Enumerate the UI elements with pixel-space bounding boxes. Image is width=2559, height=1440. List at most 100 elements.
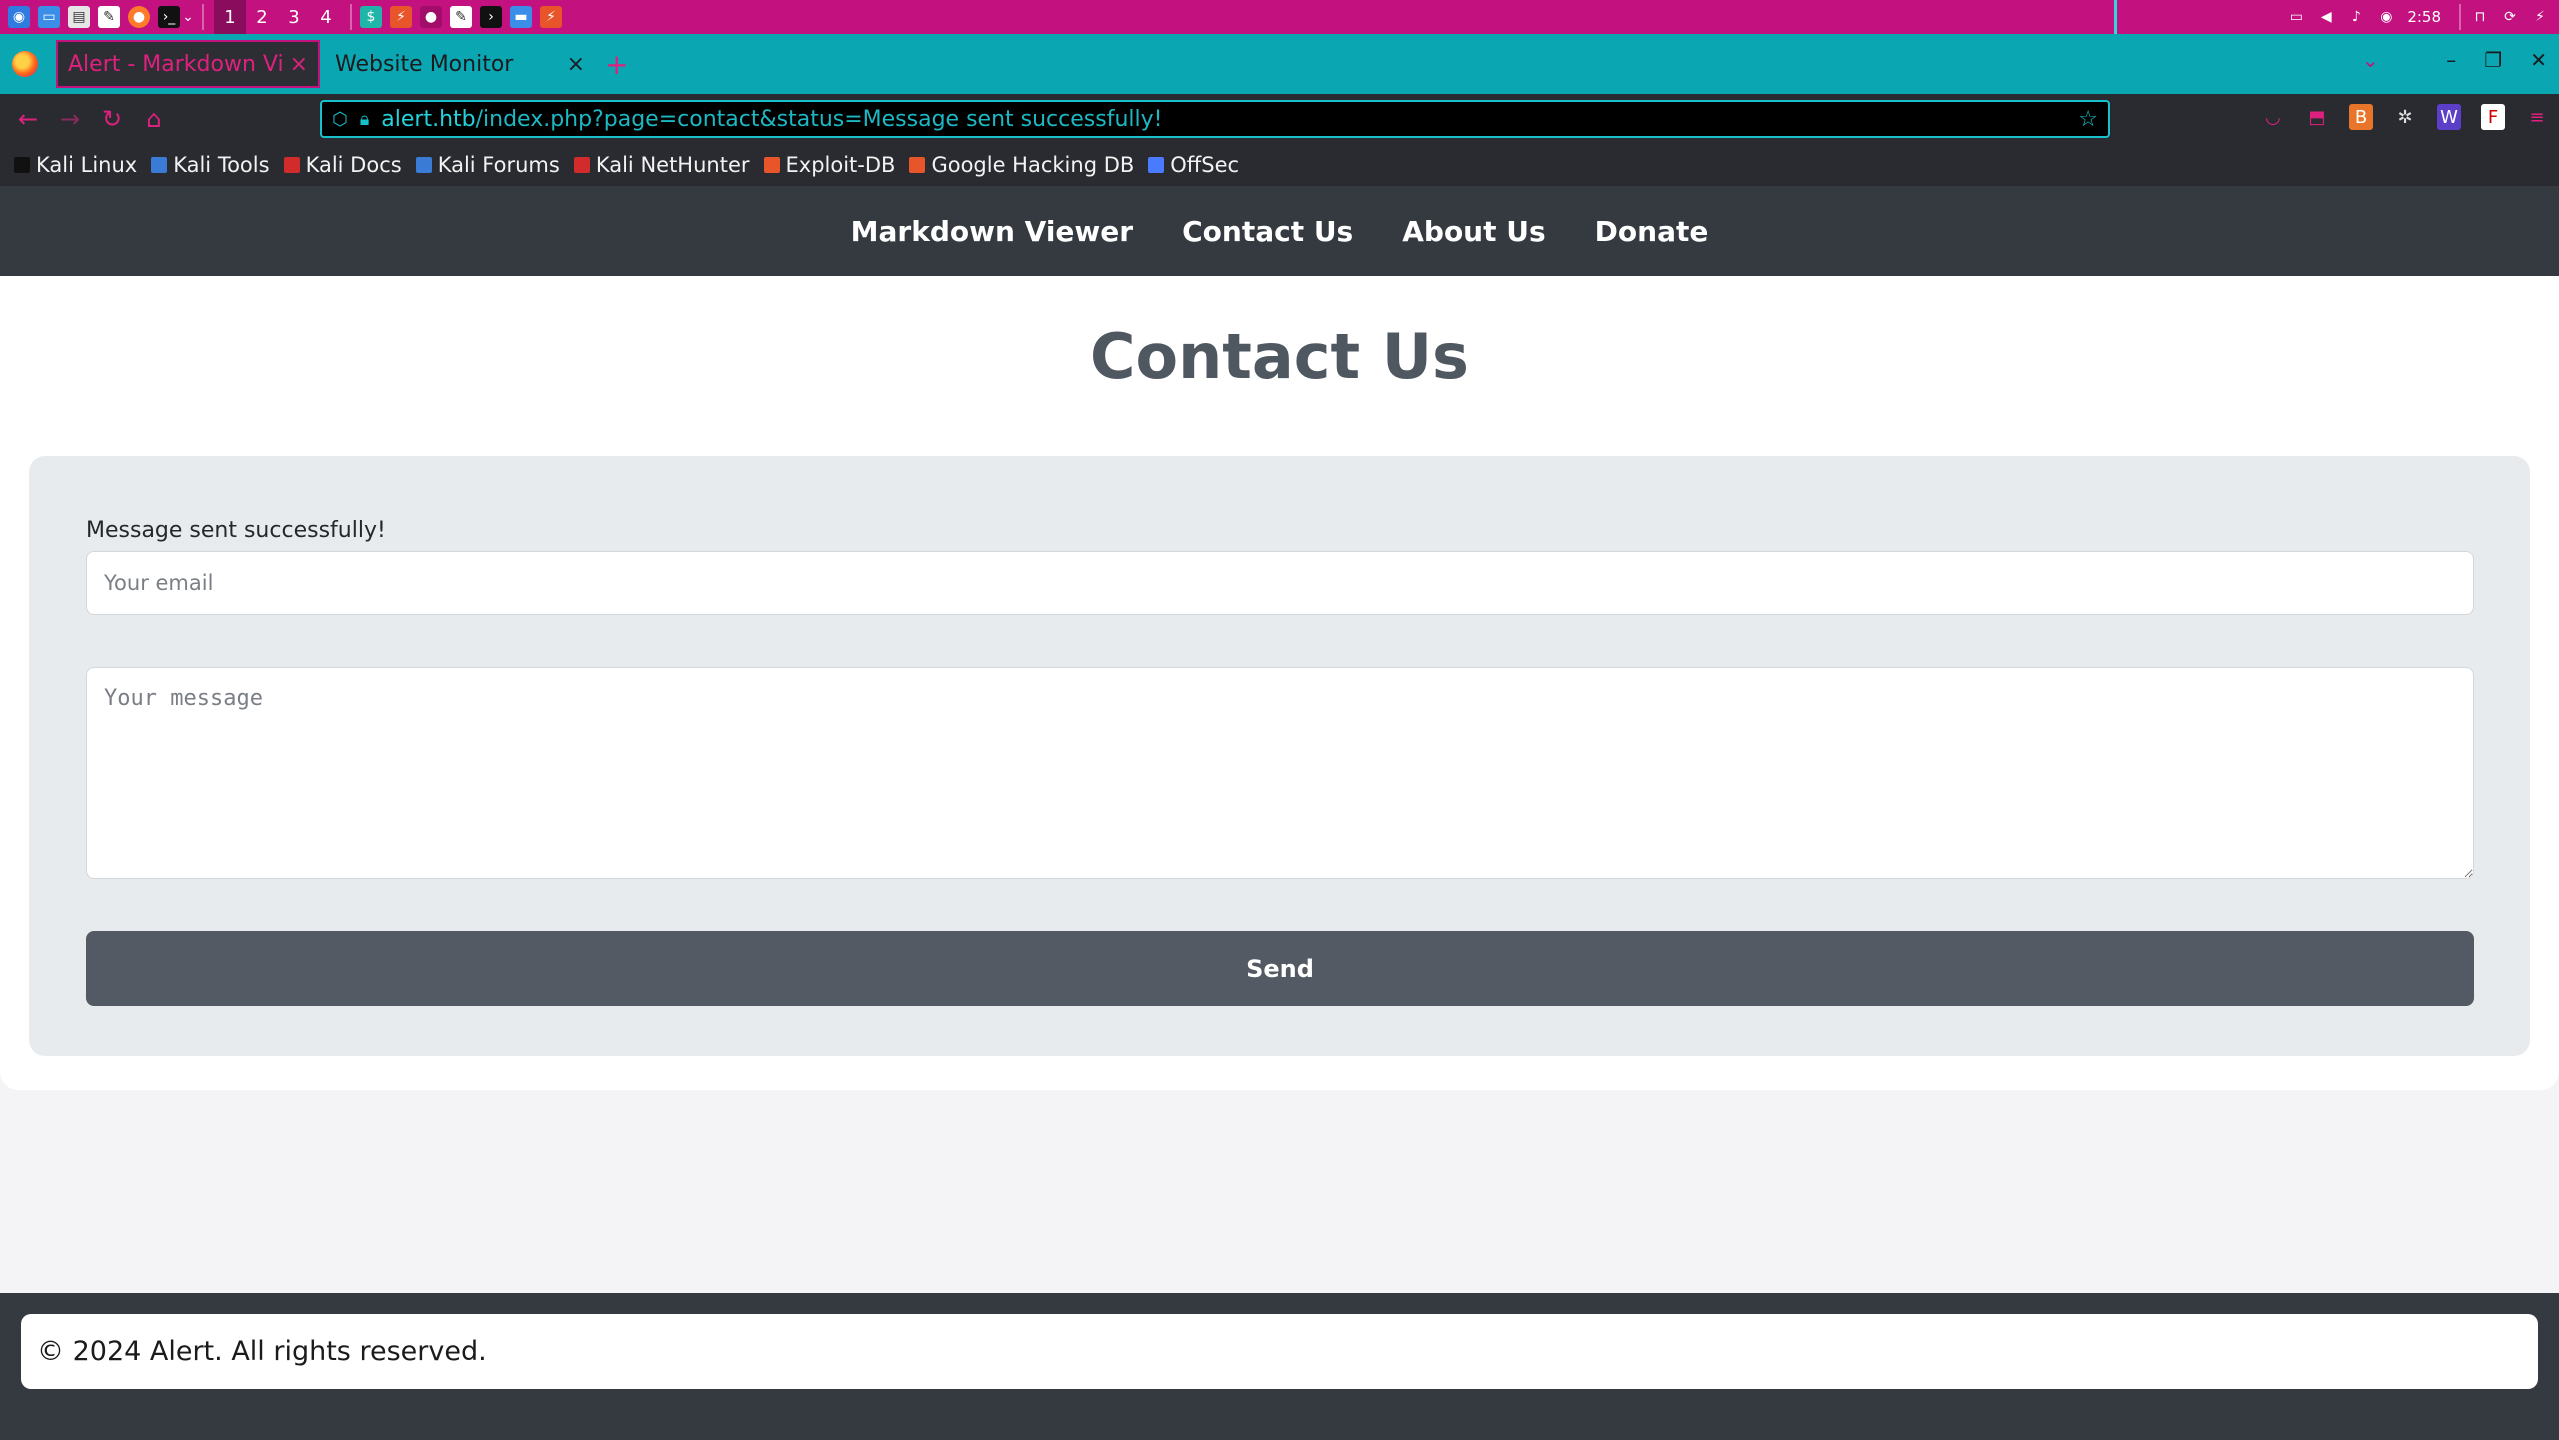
url-host: alert.htb bbox=[381, 106, 476, 132]
offsec-icon bbox=[1148, 157, 1165, 173]
notification-bell-icon[interactable]: ♪ bbox=[2345, 6, 2367, 28]
back-arrow-icon[interactable]: ← bbox=[14, 105, 42, 133]
app-window-icon[interactable]: ⚡ bbox=[540, 6, 562, 28]
cookie-icon[interactable]: ✲ bbox=[2393, 104, 2417, 130]
file-manager-icon[interactable]: ▤ bbox=[68, 6, 90, 28]
kali-linux-icon bbox=[14, 157, 30, 173]
workspace-3[interactable]: 3 bbox=[278, 0, 310, 34]
page-title: Contact Us bbox=[1090, 320, 1469, 393]
bookmark-kali-linux[interactable]: Kali Linux bbox=[14, 153, 137, 177]
app-window-icon[interactable]: ▬ bbox=[510, 6, 532, 28]
kali-tools-icon bbox=[151, 157, 168, 173]
kali-dragon-icon[interactable]: ⚡ bbox=[2529, 6, 2551, 28]
firefox-launcher-icon[interactable]: ● bbox=[128, 6, 150, 28]
bookmark-label: Kali NetHunter bbox=[595, 153, 750, 177]
power-icon[interactable]: ◉ bbox=[2375, 6, 2397, 28]
taskbar-separator bbox=[202, 4, 204, 30]
footer-box: © 2024 Alert. All rights reserved. bbox=[21, 1314, 2538, 1389]
browser-tab-bar: Alert - Markdown Viewer × Website Monito… bbox=[0, 34, 2559, 94]
burp-extension-icon[interactable]: B bbox=[2349, 104, 2373, 130]
workspace-2[interactable]: 2 bbox=[246, 0, 278, 34]
screen-icon[interactable]: ▭ bbox=[2285, 6, 2307, 28]
system-tray: ▭ ◀ ♪ ◉ 2:58 ⊓ ⟳ ⚡ bbox=[2277, 0, 2559, 34]
forward-arrow-icon[interactable]: → bbox=[56, 105, 84, 133]
firefox-window-icon[interactable]: ● bbox=[420, 6, 442, 28]
footer-copyright: © 2024 Alert. All rights reserved. bbox=[37, 1336, 487, 1367]
workspace-switcher: 1 2 3 4 bbox=[214, 0, 342, 34]
nav-about-us[interactable]: About Us bbox=[1402, 215, 1545, 248]
extension-icons: ◡ ⬒ B ✲ W F ≡ bbox=[2261, 104, 2549, 130]
terminal-window-icon[interactable]: › bbox=[480, 6, 502, 28]
bookmark-kali-docs[interactable]: Kali Docs bbox=[283, 153, 402, 177]
pocket-icon[interactable]: ◡ bbox=[2261, 104, 2285, 130]
foxyproxy-icon[interactable]: F bbox=[2481, 104, 2505, 130]
bookmark-label: Exploit-DB bbox=[785, 153, 896, 177]
window-controls: – ❐ ✕ bbox=[2446, 48, 2547, 72]
tab-label: Alert - Markdown Viewer bbox=[68, 51, 284, 77]
tab-label: Website Monitor bbox=[335, 51, 514, 77]
lock-icon[interactable]: 🔒︎ bbox=[360, 109, 370, 130]
app-window-icon[interactable]: $ bbox=[360, 6, 382, 28]
bookmarks-bar: Kali Linux Kali Tools Kali Docs Kali For… bbox=[0, 144, 2559, 186]
home-icon[interactable]: ⌂ bbox=[140, 105, 168, 133]
kali-menu-icon[interactable]: ◉ bbox=[8, 6, 30, 28]
close-tab-icon[interactable]: × bbox=[290, 52, 308, 77]
close-tab-icon[interactable]: × bbox=[567, 52, 585, 77]
exploit-db-icon bbox=[763, 157, 780, 173]
footer: © 2024 Alert. All rights reserved. bbox=[0, 1293, 2559, 1440]
message-field[interactable] bbox=[86, 667, 2474, 879]
text-editor-icon[interactable]: ✎ bbox=[98, 6, 120, 28]
bookmark-label: Kali Forums bbox=[437, 153, 560, 177]
close-window-icon[interactable]: ✕ bbox=[2530, 48, 2547, 72]
bookmark-label: Kali Tools bbox=[173, 153, 270, 177]
volume-icon[interactable]: ◀ bbox=[2315, 6, 2337, 28]
bookmark-exploit-db[interactable]: Exploit-DB bbox=[763, 153, 896, 177]
editor-window-icon[interactable]: ✎ bbox=[450, 6, 472, 28]
email-field[interactable] bbox=[86, 551, 2474, 615]
bookmark-google-hacking-db[interactable]: Google Hacking DB bbox=[909, 153, 1134, 177]
send-button[interactable]: Send bbox=[86, 931, 2474, 1006]
bookmark-label: Kali Docs bbox=[305, 153, 402, 177]
lock-icon[interactable]: ⊓ bbox=[2469, 6, 2491, 28]
google-hacking-db-icon bbox=[909, 157, 926, 173]
new-tab-button[interactable]: + bbox=[605, 48, 628, 81]
bookmark-offsec[interactable]: OffSec bbox=[1148, 153, 1239, 177]
nav-contact-us[interactable]: Contact Us bbox=[1182, 215, 1353, 248]
nav-donate[interactable]: Donate bbox=[1595, 215, 1709, 248]
bookmark-star-icon[interactable]: ☆ bbox=[2078, 107, 2098, 132]
list-all-tabs-icon[interactable]: ⌄ bbox=[2362, 48, 2379, 72]
cpu-graph-marker bbox=[2114, 0, 2117, 34]
url-path: /index.php?page=contact&status=Message s… bbox=[475, 106, 1163, 132]
site-nav: Markdown Viewer Contact Us About Us Dona… bbox=[0, 186, 2559, 276]
tab-website-monitor[interactable]: Website Monitor × bbox=[325, 40, 595, 88]
browser-toolbar: ← → ↻ ⌂ ⬡ 🔒︎ alert.htb/index.php?page=co… bbox=[0, 94, 2559, 144]
menu-icon[interactable]: ≡ bbox=[2525, 104, 2549, 130]
extension-icon[interactable]: ⬒ bbox=[2305, 104, 2329, 130]
logout-icon[interactable]: ⟳ bbox=[2499, 6, 2521, 28]
restore-icon[interactable]: ❐ bbox=[2484, 48, 2502, 72]
bookmark-kali-nethunter[interactable]: Kali NetHunter bbox=[573, 153, 750, 177]
clock[interactable]: 2:58 bbox=[2407, 8, 2441, 26]
kali-nethunter-icon bbox=[573, 157, 590, 173]
wappalyzer-icon[interactable]: W bbox=[2437, 104, 2461, 130]
bookmark-kali-forums[interactable]: Kali Forums bbox=[415, 153, 560, 177]
reload-icon[interactable]: ↻ bbox=[98, 105, 126, 133]
bookmark-kali-tools[interactable]: Kali Tools bbox=[151, 153, 270, 177]
app-window-icon[interactable]: ⚡ bbox=[390, 6, 412, 28]
main-content: Contact Us Message sent successfully! Se… bbox=[0, 276, 2559, 1090]
tab-alert-markdown-viewer[interactable]: Alert - Markdown Viewer × bbox=[56, 40, 320, 88]
nav-markdown-viewer[interactable]: Markdown Viewer bbox=[851, 215, 1133, 248]
workspace-4[interactable]: 4 bbox=[310, 0, 342, 34]
workspace-1[interactable]: 1 bbox=[214, 0, 246, 34]
kali-docs-icon bbox=[283, 157, 300, 173]
terminal-launcher-icon[interactable]: ›_ bbox=[158, 6, 180, 28]
shield-icon[interactable]: ⬡ bbox=[332, 109, 348, 130]
taskbar-separator bbox=[350, 4, 352, 30]
minimize-icon[interactable]: – bbox=[2446, 48, 2456, 72]
firefox-icon[interactable] bbox=[12, 51, 38, 77]
launcher-dropdown-icon[interactable]: ⌄ bbox=[182, 6, 194, 28]
status-message: Message sent successfully! bbox=[86, 518, 386, 543]
url-bar[interactable]: ⬡ 🔒︎ alert.htb/index.php?page=contact&st… bbox=[320, 100, 2110, 138]
bookmark-label: Google Hacking DB bbox=[931, 153, 1135, 177]
show-desktop-icon[interactable]: ▭ bbox=[38, 6, 60, 28]
